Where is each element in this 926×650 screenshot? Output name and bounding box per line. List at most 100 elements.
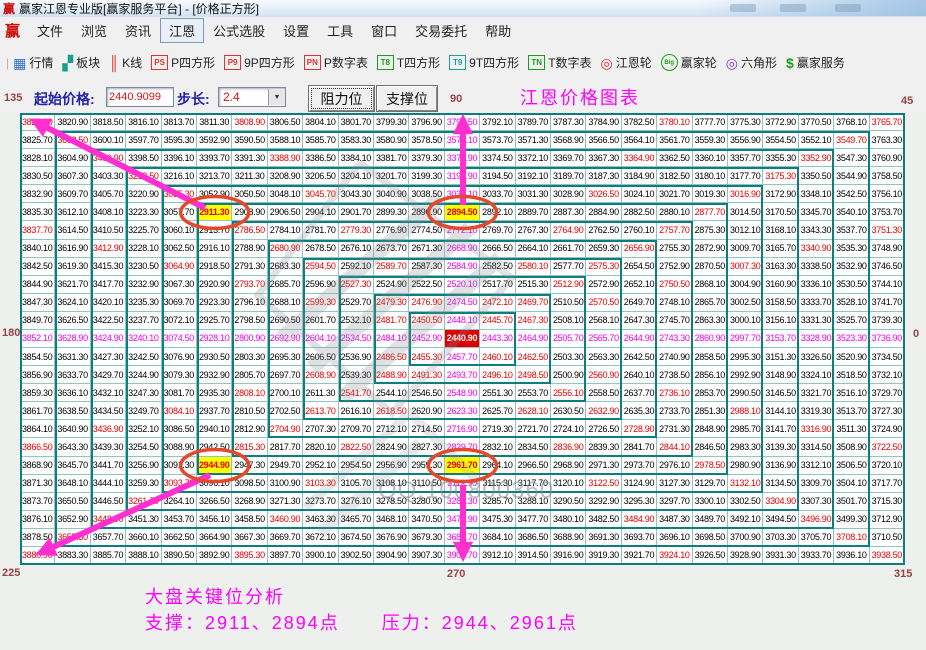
support-pressure-line: 支撑：2911、2894点压力：2944、2961点 [145,609,620,635]
toolbar-item-p-number-table[interactable]: PNP数字表 [304,54,368,71]
price-cell: 3007.30 [728,258,763,276]
price-cell: 3912.10 [480,547,515,565]
price-cell: 2937.70 [197,402,232,420]
chevron-down-icon[interactable]: ▼ [268,89,285,105]
price-cell: 3664.90 [197,529,232,547]
price-cell: 3043.30 [339,185,374,203]
price-cell: 3278.50 [374,493,409,511]
menu-item-formula[interactable]: 公式选股 [204,18,274,43]
p-number-table-icon: PN [304,55,321,70]
price-cell: 2668.90 [445,240,480,258]
price-cell: 3050.50 [232,185,267,203]
price-cell: 2726.50 [586,420,621,438]
price-cell: 3024.10 [622,185,657,203]
price-cell: 3914.50 [516,547,551,565]
price-cell: 3403.30 [91,167,126,185]
price-cell: 3496.90 [799,511,834,529]
toolbar-item-quote-table[interactable]: ▦行情 [13,54,53,71]
hexagon-icon: ◎ [726,56,738,70]
price-cell: 3931.30 [763,547,798,565]
toolbar-item-label: K线 [122,54,142,71]
start-price-input[interactable] [106,87,174,107]
toolbar-item-sector-blocks[interactable]: ▞板块 [62,54,100,71]
price-cell: 3720.10 [870,457,905,475]
p9-square-icon: P9 [224,55,241,70]
price-cell: 2964.10 [480,457,515,475]
step-combobox[interactable]: 2.4 ▼ [218,87,286,107]
price-cell: 3573.70 [480,131,515,149]
support-button[interactable]: 支撑位 [376,85,438,112]
price-cell: 2808.10 [232,384,267,402]
p-square-icon: PS [151,55,168,70]
price-cell: 3081.70 [162,384,197,402]
price-cell: 3576.10 [445,131,480,149]
price-cell: 3756.10 [870,185,905,203]
price-cell: 3523.30 [834,330,869,348]
menu-item-info[interactable]: 资讯 [116,18,160,43]
menu-item-trade[interactable]: 交易委托 [406,18,476,43]
price-cell: 3559.30 [693,131,728,149]
price-cell: 3938.50 [870,547,905,565]
toolbar-item-gann-wheel[interactable]: ◎江恩轮 [601,54,652,71]
price-cell: 3232.90 [126,276,161,294]
price-cell: 2846.50 [693,438,728,456]
toolbar-item-winner-wheel[interactable]: Big赢家轮 [661,54,717,71]
price-cell: 2978.50 [693,457,728,475]
price-cell: 3240.10 [126,330,161,348]
menu-item-help[interactable]: 帮助 [476,18,520,43]
maximize-icon[interactable] [780,4,806,12]
price-cell: 2887.30 [551,203,586,221]
gann-wheel-icon: ◎ [601,56,613,70]
menu-item-browse[interactable]: 浏览 [72,18,116,43]
price-cell: 3717.70 [870,475,905,493]
price-cell: 3091.30 [162,457,197,475]
price-cell: 3016.90 [728,185,763,203]
quote-table-icon: ▦ [13,56,26,70]
price-cell: 2824.90 [374,438,409,456]
price-cell: 2476.90 [409,294,444,312]
price-cell: 3100.90 [268,475,303,493]
resistance-button[interactable]: 阻力位 [308,85,375,112]
toolbar-item-p9-square[interactable]: P99P四方形 [224,54,295,71]
toolbar-item-t-square[interactable]: T8T四方形 [377,54,440,71]
toolbar-item-winner-service[interactable]: $赢家服务 [786,54,845,71]
price-cell: 2995.30 [728,348,763,366]
price-cell: 3672.10 [303,529,338,547]
toolbar-item-p-square[interactable]: PSP四方形 [151,54,215,71]
price-cell: 3369.70 [551,149,586,167]
price-cell: 2702.50 [268,402,303,420]
menu-item-tools[interactable]: 工具 [318,18,362,43]
menu-item-window[interactable]: 窗口 [362,18,406,43]
price-cell: 3691.30 [586,529,621,547]
menu-item-settings[interactable]: 设置 [274,18,318,43]
price-cell: 3139.30 [763,438,798,456]
toolbar-item-t-number-table[interactable]: TNT数字表 [528,54,591,71]
price-cell: 2472.10 [480,294,515,312]
price-cell: 3336.10 [799,276,834,294]
analysis-title: 大盘关键位分析 [145,583,285,609]
price-cell: 3196.90 [445,167,480,185]
price-cell: 3506.50 [834,457,869,475]
price-cell: 2565.70 [586,330,621,348]
price-cell: 2541.70 [339,384,374,402]
price-cell: 2683.30 [268,258,303,276]
toolbar-item-hexagon[interactable]: ◎六角形 [726,54,777,71]
price-cell: 3674.50 [339,529,374,547]
toolbar-item-kline[interactable]: ║K线 [109,54,142,71]
price-cell: 2805.70 [232,366,267,384]
price-cell: 3494.50 [763,511,798,529]
price-cell: 3916.90 [551,547,586,565]
price-cell: 3708.10 [834,529,869,547]
price-cell: 3648.10 [55,475,90,493]
minimize-icon[interactable] [730,4,756,12]
price-cell: 3379.30 [409,149,444,167]
price-cell: 2786.50 [232,221,267,239]
toolbar-item-t9-square[interactable]: T99T四方形 [449,54,519,71]
menu-item-file[interactable]: 文件 [28,18,72,43]
close-icon[interactable] [835,4,861,12]
price-cell: 2577.70 [551,258,586,276]
price-cell: 3436.90 [91,420,126,438]
price-cell: 2488.90 [374,366,409,384]
price-cell: 2527.30 [339,276,374,294]
menu-item-gann[interactable]: 江恩 [160,18,204,43]
